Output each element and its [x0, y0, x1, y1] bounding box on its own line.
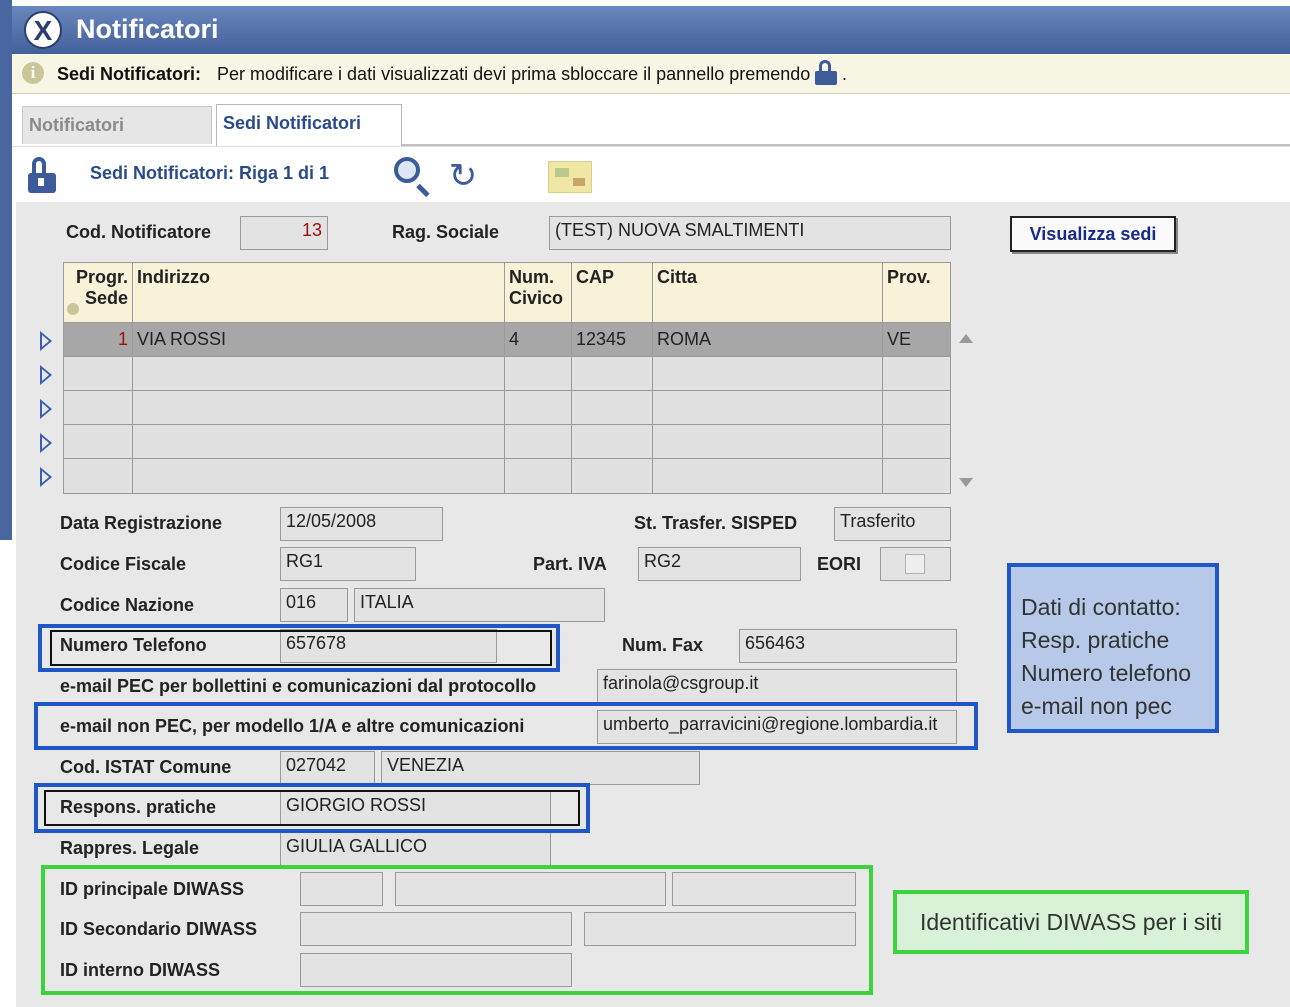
- sedi-grid: Progr. Sede Indirizzo Num. Civico CAP Ci…: [63, 262, 951, 494]
- refresh-icon[interactable]: ↻: [444, 157, 482, 195]
- cod-notificatore-label: Cod. Notificatore: [66, 222, 212, 242]
- table-row-empty[interactable]: [64, 459, 950, 493]
- table-row-empty[interactable]: [64, 425, 950, 459]
- callout-diwass: Identificativi DIWASS per i siti: [893, 890, 1249, 954]
- col-num-civico[interactable]: Num. Civico: [505, 263, 572, 323]
- codice-fiscale-field[interactable]: RG1: [280, 547, 416, 581]
- data-registrazione-field[interactable]: 12/05/2008: [280, 507, 443, 541]
- search-icon[interactable]: [394, 157, 434, 198]
- table-row-cell-prov[interactable]: VE: [883, 323, 950, 357]
- rappres-legale-label: Rappres. Legale: [60, 838, 200, 858]
- callout-diwass-text: Identificativi DIWASS per i siti: [919, 909, 1223, 935]
- num-fax-label: Num. Fax: [622, 635, 704, 655]
- callout-line: Resp. pratiche: [1021, 627, 1170, 653]
- tab-notificatori-label: Notificatori: [29, 115, 125, 135]
- row-selector-arrow-icon[interactable]: [40, 467, 52, 487]
- title-bar: X Notificatori: [12, 6, 1290, 54]
- col-progr-sede[interactable]: Progr. Sede: [64, 263, 133, 323]
- table-row-empty[interactable]: [64, 391, 950, 425]
- map-icon[interactable]: [548, 161, 592, 193]
- eori-field[interactable]: [880, 547, 951, 581]
- row-selector-arrow-icon[interactable]: [40, 365, 52, 385]
- info-text: Per modificare i dati visualizzati devi …: [217, 64, 811, 84]
- codice-fiscale-label: Codice Fiscale: [60, 554, 187, 574]
- scroll-up-icon[interactable]: [959, 334, 973, 343]
- cod-notificatore-field[interactable]: 13: [240, 216, 328, 250]
- info-bar: i Sedi Notificatori: Per modificare i da…: [12, 54, 1290, 94]
- part-iva-field[interactable]: RG2: [638, 547, 801, 581]
- eori-checkbox[interactable]: [905, 554, 925, 574]
- cod-istat-name-field[interactable]: VENEZIA: [381, 751, 700, 785]
- cod-istat-label: Cod. ISTAT Comune: [60, 757, 232, 777]
- table-row-cell-cap[interactable]: 12345: [572, 323, 653, 357]
- email-pec-field[interactable]: farinola@csgroup.it: [597, 669, 957, 703]
- visualizza-sedi-button[interactable]: Visualizza sedi: [1010, 216, 1176, 252]
- window-title: Notificatori: [76, 14, 219, 44]
- info-prefix: Sedi Notificatori:: [57, 64, 202, 84]
- sort-icon: [67, 303, 79, 315]
- toolbar: Sedi Notificatori: Riga 1 di 1 ↻: [12, 146, 1290, 202]
- col-citta[interactable]: Citta: [653, 263, 883, 323]
- table-row-cell-citta[interactable]: ROMA: [653, 323, 883, 357]
- highlight-inner-telefono: [50, 630, 552, 666]
- tab-notificatori[interactable]: Notificatori: [22, 106, 212, 144]
- highlight-box-email-non-pec: [34, 702, 978, 750]
- col-cap[interactable]: CAP: [572, 263, 653, 323]
- tab-strip: Notificatori Sedi Notificatori: [12, 94, 1290, 146]
- lock-icon[interactable]: [26, 157, 58, 195]
- unlock-icon[interactable]: [814, 60, 838, 86]
- codice-nazione-label: Codice Nazione: [60, 595, 195, 615]
- email-pec-label: e-mail PEC per bollettini e comunicazion…: [60, 676, 537, 696]
- cod-istat-code-field[interactable]: 027042: [280, 751, 375, 785]
- eori-label: EORI: [817, 554, 862, 574]
- visualizza-sedi-label: Visualizza sedi: [1029, 224, 1157, 244]
- callout-dati-contatto: Dati di contatto: Resp. pratiche Numero …: [1007, 563, 1219, 733]
- row-selector-arrow-icon[interactable]: [40, 433, 52, 453]
- part-iva-label: Part. IVA: [533, 554, 607, 574]
- app-logo-icon: X: [24, 11, 62, 49]
- tab-sedi-notificatori[interactable]: Sedi Notificatori: [216, 104, 402, 146]
- table-row-empty[interactable]: [64, 357, 950, 391]
- info-icon: i: [22, 62, 44, 84]
- window-left-edge: [0, 0, 12, 540]
- highlight-inner-resp-pratiche: [44, 790, 580, 826]
- callout-line: e-mail non pec: [1021, 693, 1172, 719]
- st-trasfer-label: St. Trasfer. SISPED: [634, 513, 798, 533]
- callout-line: Numero telefono: [1021, 660, 1192, 686]
- row-selector-arrow-icon[interactable]: [40, 399, 52, 419]
- table-row-cell-civico[interactable]: 4: [505, 323, 572, 357]
- data-registrazione-label: Data Registrazione: [60, 513, 223, 533]
- rag-sociale-field[interactable]: (TEST) NUOVA SMALTIMENTI: [549, 216, 951, 250]
- highlight-box-diwass: [41, 865, 873, 995]
- rappres-legale-field[interactable]: GIULIA GALLICO: [280, 832, 551, 866]
- num-fax-field[interactable]: 656463: [739, 629, 957, 663]
- rag-sociale-label: Rag. Sociale: [392, 222, 500, 242]
- table-row-cell-indirizzo[interactable]: VIA ROSSI: [133, 323, 505, 357]
- scroll-down-icon[interactable]: [959, 478, 973, 487]
- tab-sedi-label: Sedi Notificatori: [223, 113, 362, 133]
- toolbar-title: Sedi Notificatori: Riga 1 di 1: [90, 163, 330, 183]
- info-suffix: .: [842, 64, 848, 84]
- grid-scrollbar[interactable]: [955, 324, 977, 494]
- col-indirizzo[interactable]: Indirizzo: [133, 263, 505, 323]
- callout-line: Dati di contatto:: [1021, 594, 1181, 620]
- row-selector-arrow-icon[interactable]: [40, 331, 52, 351]
- codice-nazione-code-field[interactable]: 016: [280, 588, 348, 622]
- table-row-cell-progr[interactable]: 1: [64, 323, 133, 357]
- st-trasfer-field[interactable]: Trasferito: [834, 507, 951, 541]
- col-prov[interactable]: Prov.: [883, 263, 950, 323]
- codice-nazione-name-field[interactable]: ITALIA: [354, 588, 605, 622]
